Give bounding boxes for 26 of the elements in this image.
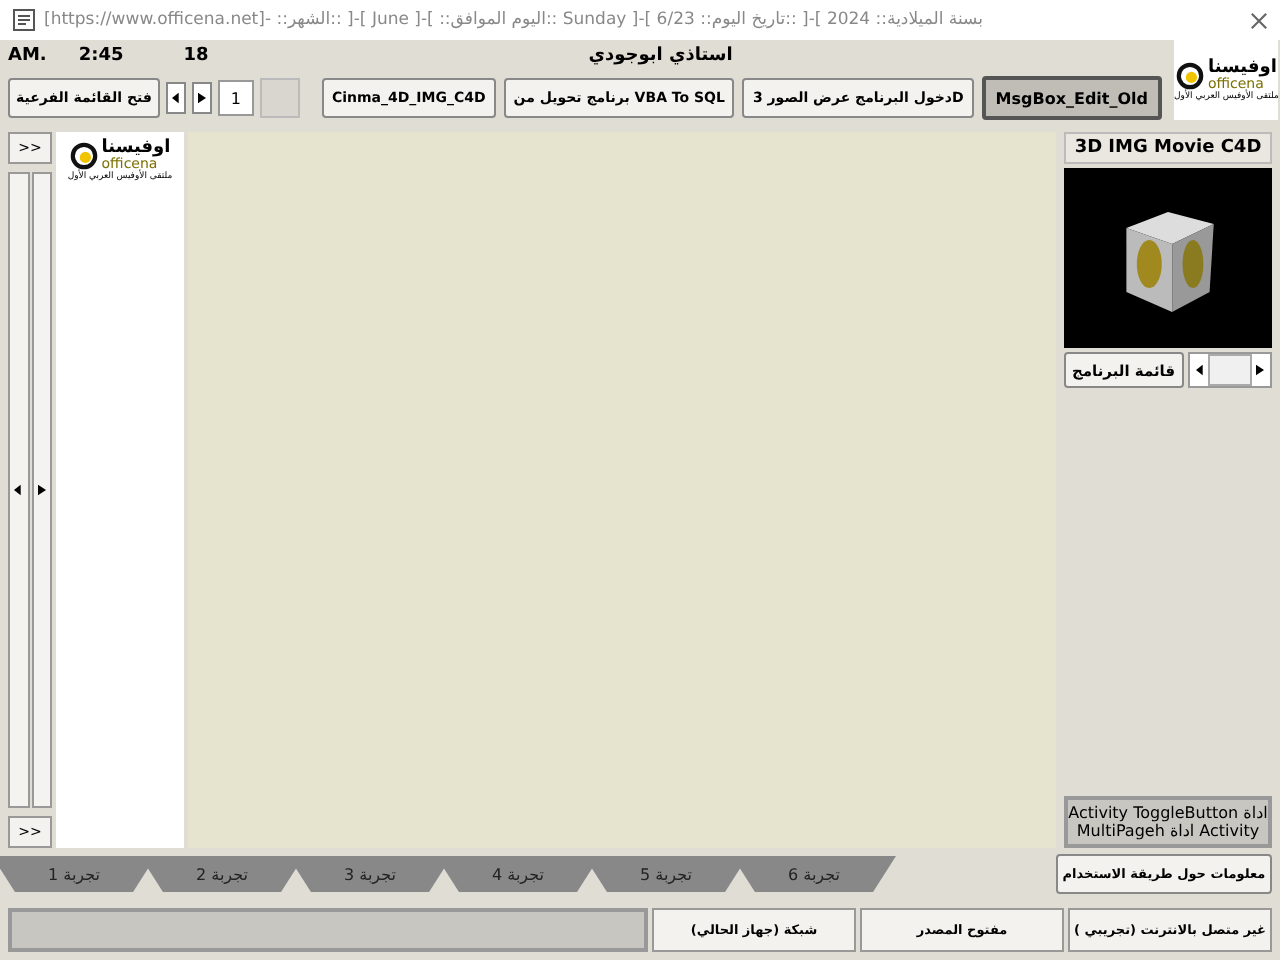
period-label: AM. (8, 46, 47, 66)
scroll-bar[interactable] (1187, 352, 1272, 388)
note-text: MultiPageh اداة Activity (1076, 822, 1260, 840)
logo-icon (1175, 61, 1204, 89)
time-label: 2:45 (78, 46, 124, 66)
logo-name: اوفيسنا (1207, 59, 1277, 77)
close-icon[interactable] (1250, 11, 1268, 29)
logo-icon (69, 142, 98, 170)
app-icon (12, 8, 36, 32)
user-name: استاذي ابوجودي (588, 46, 733, 66)
scroll-bar[interactable] (8, 172, 29, 808)
empty-field[interactable] (259, 78, 300, 118)
page-number-field[interactable]: 1 (217, 80, 254, 116)
day-label: 18 (183, 46, 209, 66)
next-button[interactable] (191, 82, 212, 114)
scroll-bar[interactable] (31, 172, 52, 808)
note-text: Activity ToggleButton اداة (1068, 804, 1268, 822)
logo-name: اوفيسنا (101, 140, 171, 158)
left-arrow-icon (171, 92, 180, 104)
panel-title: 3D IMG Movie C4D (1064, 132, 1272, 164)
toolbar-button[interactable]: MsgBox_Edit_Old (981, 76, 1163, 120)
left-arrow-icon (14, 484, 23, 496)
previous-button[interactable] (165, 82, 186, 114)
window-title: بسنة الميلادية:: 2024 ]-[ ::تاريخ اليوم:: 6/23 ]-[ Sunday ::اليوم الموافق:: ]-[ June ]-[ ::الشهر:: -[https://www.officena.net] (44, 10, 985, 30)
right-arrow-icon (197, 92, 206, 104)
right-arrow-icon (37, 484, 46, 496)
